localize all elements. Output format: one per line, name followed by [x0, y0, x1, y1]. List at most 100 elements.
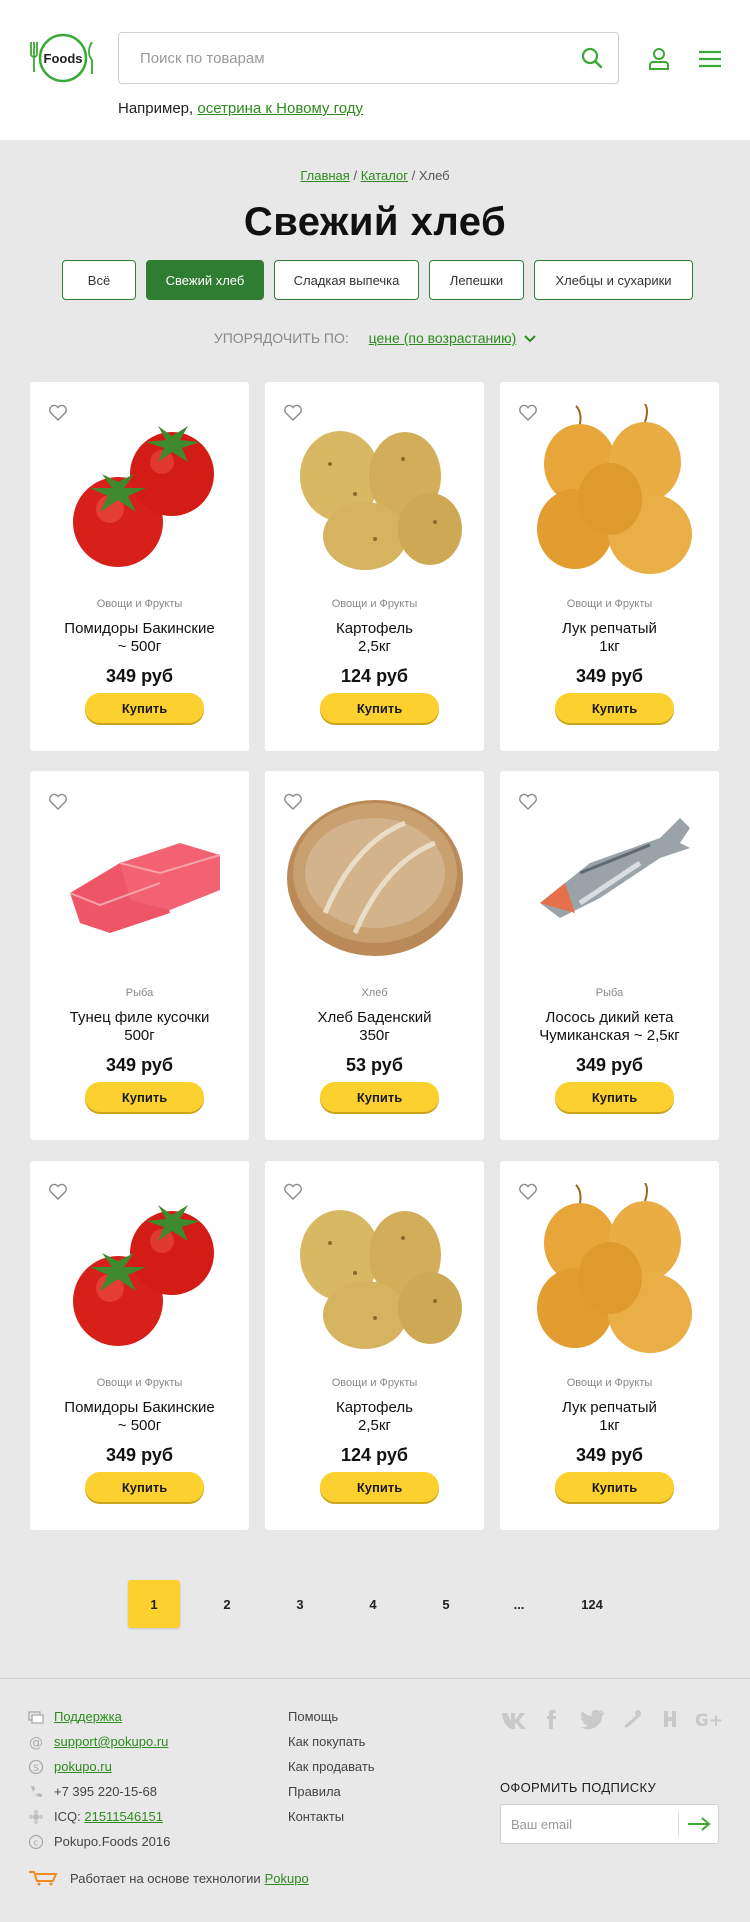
svg-text:@: @	[29, 1735, 43, 1750]
product-image[interactable]	[285, 793, 465, 963]
sort-dropdown[interactable]: цене (по возрастанию)	[369, 330, 517, 346]
product-name-line2: 2,5кг	[358, 638, 391, 655]
buy-button[interactable]: Купить	[555, 1082, 674, 1112]
product-category: Хлеб	[361, 987, 388, 999]
product-name[interactable]: Тунец филе кусочки 500г	[40, 1009, 239, 1045]
page-link[interactable]: 5	[420, 1580, 472, 1628]
facebook-icon[interactable]	[539, 1708, 567, 1730]
product-category: Овощи и Фрукты	[96, 1377, 183, 1389]
product-price: 349 руб	[106, 666, 173, 686]
product-price: 349 руб	[576, 1445, 643, 1465]
buy-button[interactable]: Купить	[85, 1472, 204, 1502]
support-link[interactable]: Поддержка	[54, 1709, 122, 1724]
buy-button[interactable]: Купить	[85, 693, 204, 723]
search-icon[interactable]	[580, 46, 604, 70]
buy-button[interactable]: Купить	[85, 1082, 204, 1112]
category-filters: Всё Свежий хлеб Сладкая выпечка Лепешки …	[62, 260, 703, 300]
twitter-icon[interactable]	[578, 1708, 606, 1730]
breadcrumb-catalog[interactable]: Каталог	[361, 168, 408, 183]
bread-image	[287, 800, 463, 956]
product-card[interactable]: Рыба Лосось дикий кета Чумиканская ~ 2,5кг…	[500, 771, 719, 1140]
breadcrumb-current: Хлеб	[418, 168, 450, 183]
product-card[interactable]: Овощи и Фрукты Лук репчатый 1кг 349 руб Купи…	[500, 382, 719, 751]
filter-flatbread[interactable]: Лепешки	[429, 260, 524, 300]
social-links: G+	[500, 1708, 734, 1730]
product-image[interactable]	[50, 404, 230, 574]
product-card[interactable]: Овощи и Фрукты Картофель 2,5кг 124 руб Купит…	[265, 382, 484, 751]
search-input[interactable]	[120, 34, 560, 82]
product-name[interactable]: Помидоры Бакинские ~ 500г	[40, 1399, 239, 1435]
example-link[interactable]: осетрина к Новому году	[197, 100, 363, 117]
product-image[interactable]	[285, 404, 465, 574]
footer-link-how-to-sell[interactable]: Как продавать	[288, 1754, 375, 1779]
salmon-image	[540, 818, 690, 918]
product-name[interactable]: Помидоры Бакинские ~ 500г	[40, 620, 239, 656]
chevron-down-icon[interactable]	[524, 335, 536, 343]
hh-icon[interactable]	[656, 1708, 684, 1730]
product-name-line1: Хлеб Баденский	[317, 1009, 432, 1026]
product-price: 349 руб	[576, 1055, 643, 1075]
product-card[interactable]: Овощи и Фрукты Картофель 2,5кг 124 руб Купит…	[265, 1161, 484, 1530]
menu-icon[interactable]	[698, 50, 722, 68]
product-card[interactable]: Овощи и Фрукты Помидоры Бакинские ~ 500г 34…	[30, 1161, 249, 1530]
google-plus-icon[interactable]: G+	[695, 1708, 723, 1730]
pokupo-link[interactable]: Pokupo	[265, 1871, 309, 1886]
chat-icon	[28, 1710, 44, 1724]
buy-button[interactable]: Купить	[320, 1082, 439, 1112]
vk-icon[interactable]	[500, 1708, 528, 1730]
foods-logo[interactable]: Foods	[28, 32, 98, 84]
footer-divider	[0, 1678, 750, 1679]
page-link[interactable]: 2	[201, 1580, 253, 1628]
product-image[interactable]	[520, 404, 700, 574]
product-image[interactable]	[520, 793, 700, 963]
potato-image	[300, 431, 462, 570]
buy-button[interactable]: Купить	[555, 693, 674, 723]
icq-label: ICQ:	[54, 1809, 81, 1824]
footer-link-rules[interactable]: Правила	[288, 1779, 375, 1804]
filter-all[interactable]: Всё	[62, 260, 136, 300]
icq-link[interactable]: 21511546151	[84, 1809, 163, 1824]
copyright-icon: c	[28, 1834, 44, 1849]
buy-button[interactable]: Купить	[320, 693, 439, 723]
product-card[interactable]: Овощи и Фрукты Лук репчатый 1кг 349 руб Купи…	[500, 1161, 719, 1530]
product-name[interactable]: Лосось дикий кета Чумиканская ~ 2,5кг	[510, 1009, 709, 1045]
buy-button[interactable]: Купить	[320, 1472, 439, 1502]
user-icon[interactable]	[648, 47, 670, 71]
footer-link-how-to-buy[interactable]: Как покупать	[288, 1729, 375, 1754]
product-name[interactable]: Лук репчатый 1кг	[510, 1399, 709, 1435]
footer-support-row: Поддержка	[28, 1704, 170, 1729]
product-card[interactable]: Овощи и Фрукты Помидоры Бакинские ~ 500г 34…	[30, 382, 249, 751]
filter-crispbread[interactable]: Хлебцы и сухарики	[534, 260, 693, 300]
product-name[interactable]: Картофель 2,5кг	[275, 1399, 474, 1435]
phone-icon	[31, 1785, 42, 1797]
page-link[interactable]: 3	[274, 1580, 326, 1628]
product-image[interactable]	[520, 1183, 700, 1353]
product-name[interactable]: Лук репчатый 1кг	[510, 620, 709, 656]
onion-image	[537, 1183, 692, 1353]
skype-link[interactable]: pokupo.ru	[54, 1759, 112, 1774]
product-image[interactable]	[50, 1183, 230, 1353]
product-card[interactable]: Хлеб Хлеб Баденский 350г 53 руб Купить	[265, 771, 484, 1140]
footer-link-contacts[interactable]: Контакты	[288, 1804, 375, 1829]
email-link[interactable]: support@pokupo.ru	[54, 1734, 168, 1749]
tuna-image	[69, 843, 221, 933]
product-name[interactable]: Хлеб Баденский 350г	[275, 1009, 474, 1045]
product-name-line1: Тунец филе кусочки	[69, 1009, 210, 1026]
buy-button[interactable]: Купить	[555, 1472, 674, 1502]
product-name[interactable]: Картофель 2,5кг	[275, 620, 474, 656]
page-link[interactable]: 124	[566, 1580, 618, 1628]
footer-email-row: @ support@pokupo.ru	[28, 1729, 170, 1754]
odnoklassniki-icon[interactable]	[617, 1708, 645, 1730]
subscribe-email-input[interactable]	[501, 1805, 676, 1843]
product-card[interactable]: Рыба Тунец филе кусочки 500г 349 руб Купить	[30, 771, 249, 1140]
filter-fresh-bread[interactable]: Свежий хлеб	[146, 260, 264, 300]
filter-sweet-pastry[interactable]: Сладкая выпечка	[274, 260, 419, 300]
page-link[interactable]: 1	[128, 1580, 180, 1628]
arrow-right-icon[interactable]	[686, 1815, 712, 1833]
page-link[interactable]: 4	[347, 1580, 399, 1628]
sort-label: УПОРЯДОЧИТЬ ПО:	[213, 330, 349, 346]
product-image[interactable]	[50, 793, 230, 963]
footer-link-help[interactable]: Помощь	[288, 1704, 375, 1729]
product-image[interactable]	[285, 1183, 465, 1353]
breadcrumb-home[interactable]: Главная	[300, 168, 349, 183]
